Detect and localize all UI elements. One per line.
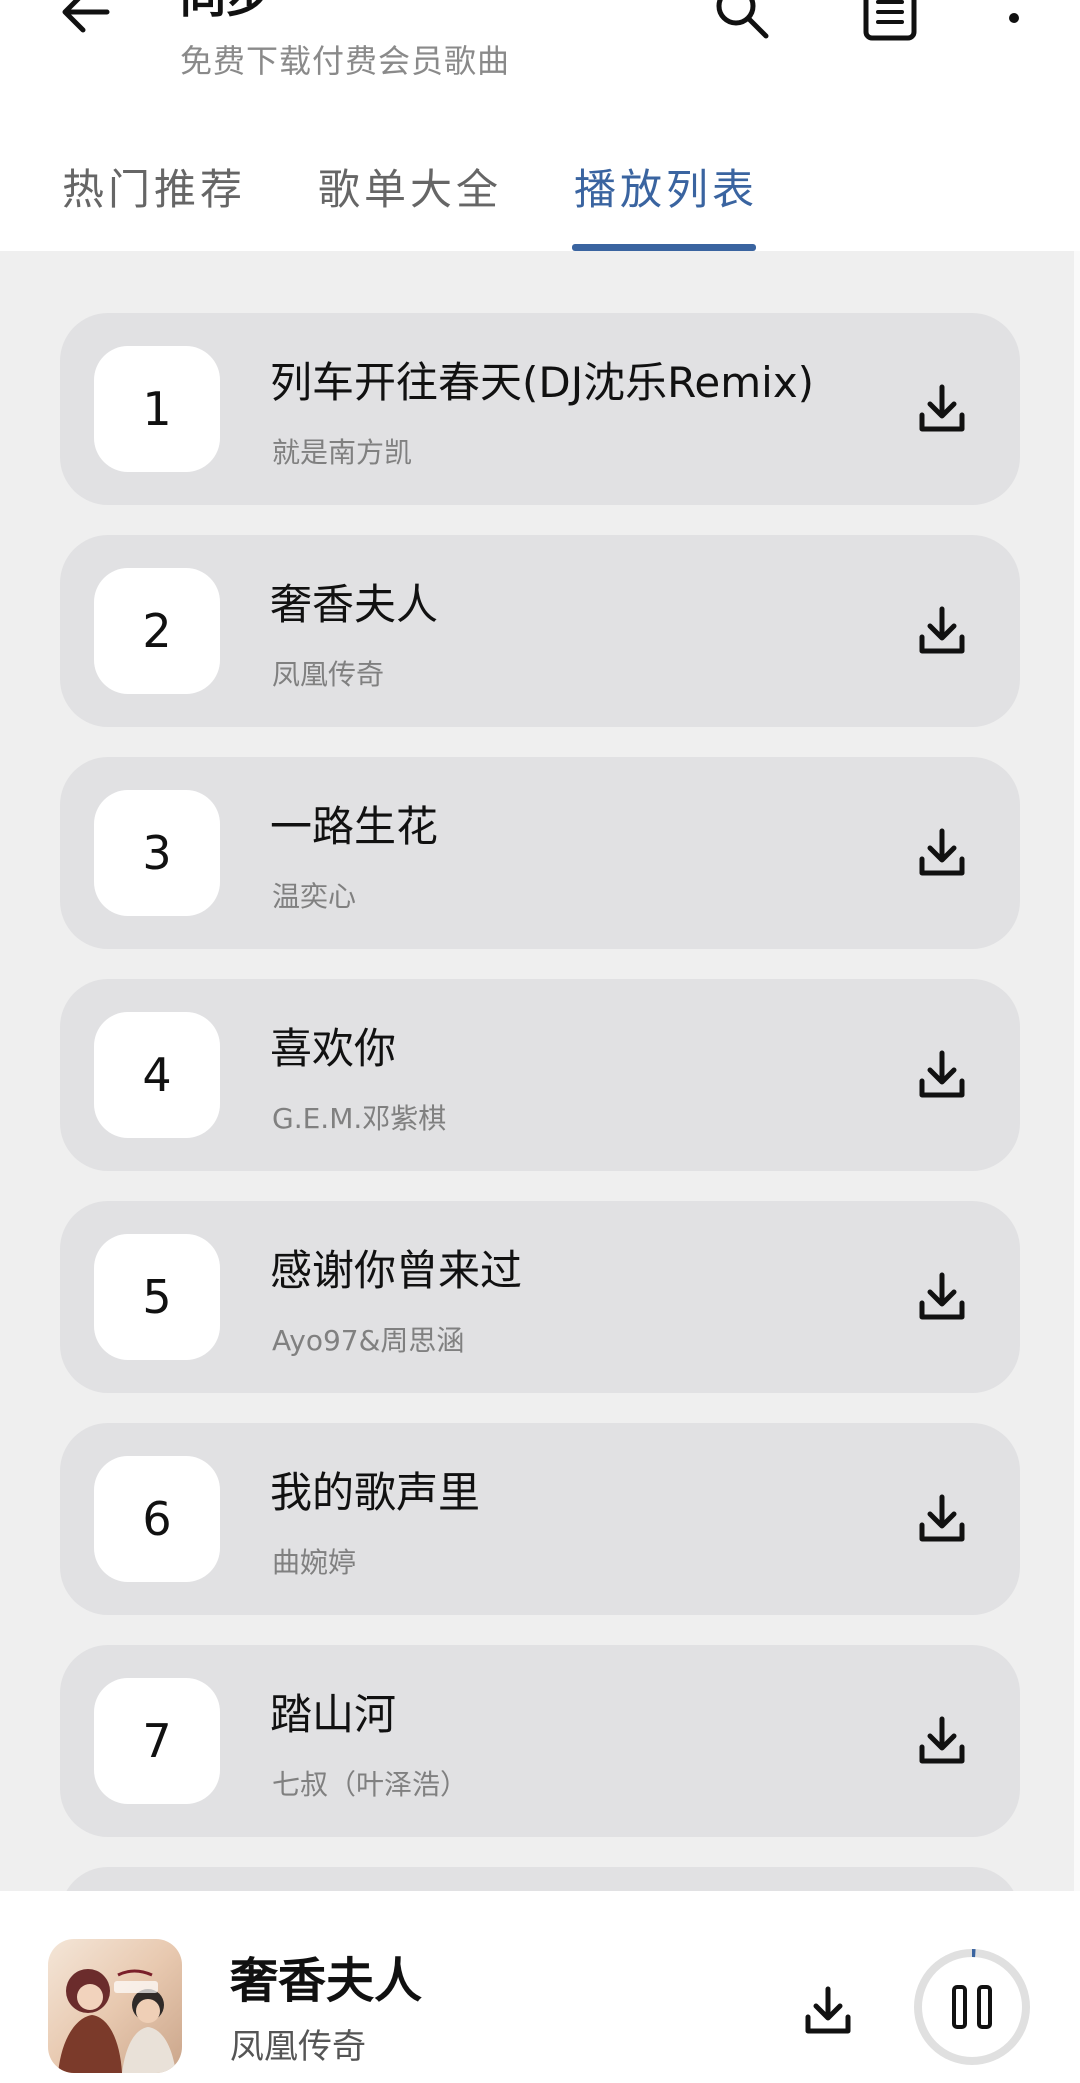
song-title: 感谢你曾来过 [270,1246,523,1295]
list-document-icon [863,0,917,41]
playlist-button[interactable] [858,0,922,44]
download-button[interactable] [912,1045,972,1105]
tab-play-queue[interactable]: 播放列表 [574,156,758,217]
song-artist: 曲婉婷 [272,1546,357,1579]
song-row[interactable]: 1 列车开往春天(DJ沈乐Remix) 就是南方凯 [60,313,1020,505]
tab-playlists[interactable]: 歌单大全 [318,156,502,217]
song-title: 奢香夫人 [270,580,439,629]
download-button[interactable] [912,601,972,661]
song-title: 一路生花 [270,802,439,851]
download-icon [919,1050,965,1098]
now-playing-title: 奢香夫人 [230,1953,423,2009]
song-title: 踏山河 [270,1690,397,1739]
page-subtitle: 免费下载付费会员歌曲 [180,42,511,80]
download-button[interactable] [912,1711,972,1771]
song-artist: 凤凰传奇 [272,658,385,691]
download-icon [919,384,965,432]
song-title: 我的歌声里 [270,1468,481,1517]
scroll-edge [1074,251,1080,1891]
song-index: 1 [94,346,220,472]
song-index: 2 [94,568,220,694]
song-row[interactable]: 7 踏山河 七叔（叶泽浩） [60,1645,1020,1837]
song-row[interactable]: 2 奢香夫人 凤凰传奇 [60,535,1020,727]
pause-icon [914,1949,1030,2065]
mini-player[interactable]: 奢香夫人 凤凰传奇 [0,1891,1080,2083]
more-vertical-icon [1009,13,1019,23]
back-button[interactable] [55,0,115,42]
song-artist: 就是南方凯 [272,436,413,469]
album-art-image [48,1939,182,2073]
download-icon [919,1272,965,1320]
more-button[interactable] [990,0,1054,44]
song-index: 4 [94,1012,220,1138]
song-title: 喜欢你 [270,1024,397,1073]
page-title: 同步 [180,0,272,26]
tab-active-indicator [572,244,756,251]
song-title: 列车开往春天(DJ沈乐Remix) [270,358,815,407]
download-icon [919,1494,965,1542]
song-artist: Ayo97&周思涵 [272,1324,465,1357]
song-list[interactable]: 1 列车开往春天(DJ沈乐Remix) 就是南方凯 2 奢香夫人 凤凰传奇 3 … [0,251,1080,1891]
song-artist: G.E.M.邓紫棋 [272,1102,447,1135]
song-row[interactable]: 5 感谢你曾来过 Ayo97&周思涵 [60,1201,1020,1393]
tab-bar: 热门推荐 歌单大全 播放列表 [0,140,1080,251]
tab-hot-recommend[interactable]: 热门推荐 [62,156,246,217]
download-button[interactable] [912,1489,972,1549]
search-button[interactable] [710,0,774,44]
download-icon [919,828,965,876]
download-icon [919,606,965,654]
song-row[interactable]: 4 喜欢你 G.E.M.邓紫棋 [60,979,1020,1171]
song-index: 6 [94,1456,220,1582]
song-artist: 七叔（叶泽浩） [272,1768,469,1801]
song-row[interactable]: 6 我的歌声里 曲婉婷 [60,1423,1020,1615]
download-icon [805,1986,851,2034]
song-artist: 温奕心 [272,880,357,913]
song-index: 7 [94,1678,220,1804]
arrow-left-icon [62,0,110,33]
app-header: 同步 免费下载付费会员歌曲 热门推荐 歌单大全 播放列表 [0,0,1080,251]
download-button[interactable] [912,1267,972,1327]
search-icon [716,0,769,39]
player-download-button[interactable] [798,1981,858,2041]
download-button[interactable] [912,823,972,883]
song-row[interactable]: 3 一路生花 温奕心 [60,757,1020,949]
album-cover[interactable] [48,1939,182,2073]
song-row-partial[interactable] [60,1867,1020,1891]
song-index: 3 [94,790,220,916]
now-playing-artist: 凤凰传奇 [230,2027,366,2067]
download-icon [919,1716,965,1764]
pause-button[interactable] [910,1945,1034,2069]
download-button[interactable] [912,379,972,439]
song-index: 5 [94,1234,220,1360]
